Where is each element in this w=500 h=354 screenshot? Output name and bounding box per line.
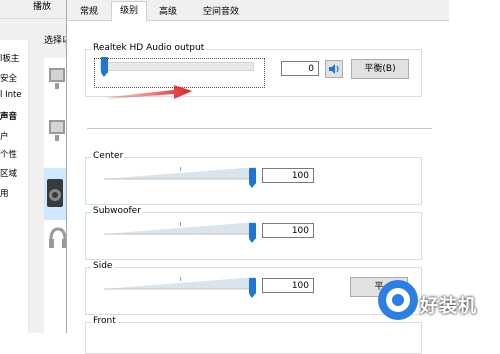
dialog-tabstrip: 常规 级别 高级 空间音效 [67, 0, 449, 22]
section-divider [87, 128, 432, 129]
monitor-device-icon [49, 120, 65, 141]
center-volume-value[interactable]: 100 [262, 168, 314, 183]
center-volume-slider[interactable] [249, 168, 256, 188]
speaker-icon [329, 64, 339, 74]
sidebar-item-4[interactable]: 户 [0, 130, 28, 142]
tab-advanced[interactable]: 高级 [150, 3, 186, 22]
speaker-device-icon [47, 179, 63, 207]
track-tick [180, 222, 181, 226]
channel-label: Front [91, 316, 118, 326]
annotation-arrow [108, 85, 192, 99]
tab-spatial-sound[interactable]: 空间音效 [191, 3, 251, 22]
monitor-device-icon [49, 68, 65, 89]
settings-sidebar: l板主 安全 l Inte 声音 户 个性 区域 用 [0, 40, 29, 333]
sidebar-item-5[interactable]: 个性 [0, 148, 28, 160]
side-volume-slider[interactable] [249, 278, 256, 298]
channel-label: Side [91, 261, 115, 271]
watermark-text: 好装机 [420, 296, 477, 317]
tab-levels[interactable]: 级别 [111, 1, 147, 22]
headphones-device-icon [49, 227, 67, 248]
subwoofer-volume-value[interactable]: 100 [262, 223, 314, 238]
sidebar-item-7[interactable]: 用 [0, 187, 28, 199]
subwoofer-channel-group: Subwoofer 100 [85, 206, 422, 260]
center-channel-group: Center 100 [85, 151, 422, 205]
sidebar-item-2[interactable]: l Inte [0, 90, 28, 100]
balance-button[interactable]: 平衡(B) [351, 59, 409, 79]
tab-general[interactable]: 常规 [73, 3, 105, 22]
subwoofer-volume-slider[interactable] [249, 223, 256, 243]
selected-device-row[interactable] [44, 168, 66, 220]
side-volume-value[interactable]: 100 [262, 278, 314, 293]
watermark-eye-icon [378, 280, 418, 320]
sidebar-item-1[interactable]: 安全 [0, 72, 28, 84]
watermark-logo: 好装机 [370, 270, 500, 333]
track-tick [180, 277, 181, 281]
background-sound-window: 播放 l板主 安全 l Inte 声音 户 个性 区域 用 选择以 [0, 0, 72, 333]
mute-button[interactable] [325, 60, 343, 78]
device-name-label: Realtek HD Audio output [91, 43, 207, 53]
sidebar-item-sound[interactable]: 声音 [0, 110, 28, 122]
master-volume-value[interactable]: 0 [281, 61, 319, 76]
sidebar-item-0[interactable]: l板主 [0, 52, 28, 64]
playback-tab[interactable]: 播放 [33, 0, 51, 14]
track-tick [180, 167, 181, 171]
background-tabstrip: 播放 [0, 0, 72, 19]
channel-label: Center [91, 151, 126, 161]
channel-label: Subwoofer [91, 206, 143, 216]
sidebar-item-6[interactable]: 区域 [0, 167, 28, 179]
